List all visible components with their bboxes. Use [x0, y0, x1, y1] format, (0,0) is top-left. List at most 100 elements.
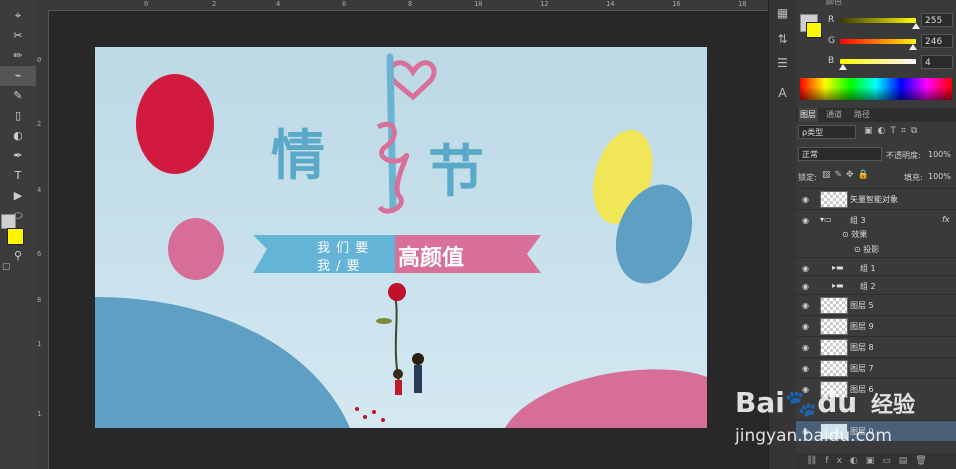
lock-icons[interactable]: ▨✎✥🔒	[822, 170, 873, 180]
foreground-color-swatch[interactable]	[7, 228, 24, 245]
artboard[interactable]: 情 节 我 们 要 我 / 要 高颜值	[95, 47, 707, 428]
layer-name: 图层 7	[850, 364, 874, 373]
fill-label: 填充:	[904, 173, 923, 182]
horizontal-ruler: 0 2 4 6 8 10 12 14 16 18	[36, 0, 768, 11]
layer-row[interactable]: ⊙ 效果	[796, 227, 956, 241]
ruler-label: 10	[474, 0, 483, 8]
red-circle-shape	[136, 74, 214, 174]
ruler-label: 1	[37, 340, 42, 348]
folder-icon[interactable]: ▸▬	[832, 281, 844, 290]
fx-icon[interactable]: fx	[942, 215, 950, 224]
background-color-swatch[interactable]	[1, 214, 16, 229]
drop-shadow-label: ⊙ 投影	[854, 245, 880, 254]
artboard-artwork	[95, 53, 707, 428]
ruler-label: 18	[738, 0, 747, 8]
watermark-brand: Bai🐾du 经验	[735, 386, 915, 419]
ruler-label: 14	[606, 0, 615, 8]
layer-filter-icons[interactable]: ▣◐T⌗⧉	[864, 126, 922, 136]
folder-open-icon[interactable]: ▾▭	[820, 215, 832, 224]
quick-mask-icon[interactable]: ▢	[2, 262, 11, 272]
blue-value-input[interactable]: 4	[921, 55, 953, 69]
layers-footer-icons[interactable]: ⛓fx◐▣▭▤🗑	[796, 453, 956, 469]
visibility-eye-icon[interactable]: ◉	[802, 282, 809, 291]
blue-slider[interactable]	[840, 59, 916, 64]
character-panel-icon[interactable]: A	[769, 82, 796, 104]
banner-line-1: 我 们 要	[317, 241, 370, 256]
layer-row[interactable]: ⊙ 投影	[796, 242, 956, 256]
ruler-label: 12	[540, 0, 549, 8]
crop-tool-icon[interactable]: ✂	[0, 26, 36, 46]
banner-line-2: 我 / 要	[317, 259, 361, 274]
green-slider[interactable]	[840, 39, 916, 44]
layer-row[interactable]: ◉ ▸▬ 组 2	[796, 275, 956, 296]
layer-thumbnail	[820, 318, 848, 335]
blend-mode-select[interactable]: 正常	[798, 147, 882, 161]
green-slider-thumb[interactable]	[909, 44, 917, 50]
red-value-input[interactable]: 255	[921, 13, 953, 27]
heart-shape	[387, 60, 437, 101]
paw-icon: 🐾	[784, 389, 818, 419]
layer-name: 图层 8	[850, 343, 874, 352]
tab-channels[interactable]: 通道	[824, 108, 844, 122]
color-panel-header: 颜色	[826, 0, 842, 6]
layer-thumbnail	[820, 339, 848, 356]
layer-row[interactable]: ◉ 图层 5	[796, 294, 956, 315]
eyedropper-tool-icon[interactable]: ✏	[0, 46, 36, 66]
properties-panel-icon[interactable]: ☰	[769, 52, 796, 74]
visibility-eye-icon[interactable]: ◉	[802, 322, 809, 331]
layer-filter-select[interactable]: ρ类型	[798, 125, 856, 139]
layer-name: 矢量智能对象	[850, 195, 898, 204]
watermark-brand-text: Bai	[735, 386, 785, 419]
layer-row[interactable]: ◉ 矢量智能对象	[796, 188, 956, 209]
girl-figure	[395, 380, 402, 395]
red-channel-label: R	[828, 15, 835, 25]
color-fg-swatch[interactable]	[806, 22, 822, 38]
green-value-input[interactable]: 246	[921, 34, 953, 48]
opacity-value[interactable]: 100%	[928, 150, 951, 159]
tab-layers[interactable]: 图层	[798, 108, 818, 122]
lock-label: 锁定:	[798, 173, 817, 182]
fill-value[interactable]: 100%	[928, 172, 951, 181]
ruler-label: 8	[408, 0, 413, 8]
visibility-eye-icon[interactable]: ◉	[802, 343, 809, 352]
tab-paths[interactable]: 路径	[852, 108, 872, 122]
layer-row[interactable]: ◉ 图层 9	[796, 315, 956, 336]
lasso-tool-icon[interactable]: ⌖	[0, 6, 36, 26]
visibility-eye-icon[interactable]: ◉	[802, 195, 809, 204]
visibility-eye-icon[interactable]: ◉	[802, 264, 809, 273]
visibility-eye-icon[interactable]: ◉	[802, 364, 809, 373]
watermark-cn-text: 经验	[870, 393, 915, 418]
path-select-tool-icon[interactable]: ▶	[0, 186, 36, 206]
folder-icon[interactable]: ▸▬	[832, 263, 844, 272]
visibility-eye-icon[interactable]: ◉	[802, 301, 809, 310]
history-panel-icon[interactable]: ▦	[769, 2, 796, 24]
ruler-label: 1	[37, 410, 42, 418]
ruler-label: 4	[276, 0, 281, 8]
visibility-eye-icon[interactable]: ◉	[802, 216, 809, 225]
color-spectrum-bar[interactable]	[800, 78, 952, 100]
green-channel-label: G	[828, 36, 835, 46]
pink-hill-shape	[505, 369, 707, 428]
ruler-label: 8	[37, 296, 42, 304]
blue-slider-thumb[interactable]	[839, 64, 847, 70]
eraser-tool-icon[interactable]: ▯	[0, 106, 36, 126]
tools-panel: ⌖ ✂ ✏ ⌁ ✎ ▯ ◐ ✒ T ▶ ⬭ ✋ ⚲ ▢	[0, 0, 37, 469]
layer-row[interactable]: ◉ 图层 7	[796, 357, 956, 378]
red-slider-thumb[interactable]	[912, 23, 920, 29]
effects-label: ⊙ 效果	[842, 230, 868, 239]
title-char-right: 节	[428, 140, 484, 205]
watermark-brand-text-2: du	[817, 386, 858, 419]
type-tool-icon[interactable]: T	[0, 166, 36, 186]
layer-row[interactable]: ◉ 图层 8	[796, 336, 956, 357]
dodge-tool-icon[interactable]: ◐	[0, 126, 36, 146]
ruler-label: 6	[342, 0, 347, 8]
vertical-ruler: 0 2 4 6 8 1 1	[36, 10, 49, 469]
red-slider[interactable]	[840, 18, 916, 23]
pen-tool-icon[interactable]: ✒	[0, 146, 36, 166]
ruler-label: 16	[672, 0, 681, 8]
ruler-label: 2	[37, 120, 42, 128]
pencil-tool-icon[interactable]: ✎	[0, 86, 36, 106]
actions-panel-icon[interactable]: ⇅	[769, 28, 796, 50]
brush-tool-icon[interactable]: ⌁	[0, 66, 36, 86]
ruler-label: 0	[37, 56, 42, 64]
